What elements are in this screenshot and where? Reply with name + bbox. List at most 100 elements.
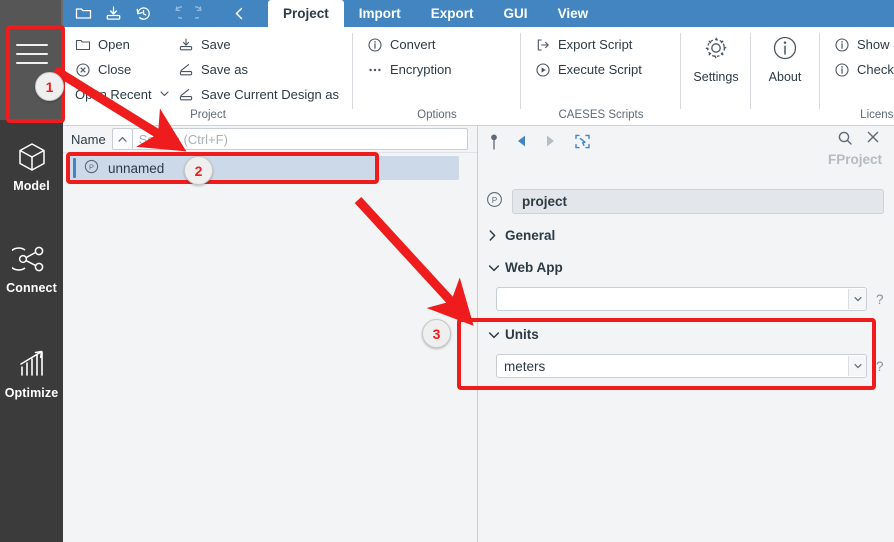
select-target-icon[interactable] [574, 133, 592, 151]
svg-text:P: P [492, 195, 498, 205]
ribbon-execute-script-button[interactable]: Execute Script [535, 57, 642, 82]
chevron-right-icon [488, 229, 497, 242]
quick-access-toolbar [68, 0, 248, 27]
cube-icon [0, 138, 63, 178]
bar-chart-arrow-icon [0, 345, 63, 385]
main-menu-button[interactable] [0, 0, 63, 120]
section-general[interactable]: General [488, 228, 555, 243]
ribbon-save-button[interactable]: Save [178, 32, 339, 57]
forward-arrow-icon[interactable] [542, 133, 560, 151]
ribbon-checkout-float-license-label: Checkout Float Licen [857, 62, 894, 77]
section-general-label: General [505, 228, 556, 243]
ribbon-export-script-button[interactable]: Export Script [535, 32, 642, 57]
web-app-combo[interactable] [496, 287, 867, 311]
save-icon [178, 37, 194, 53]
info-circle-icon [834, 62, 850, 78]
ribbon-save-label: Save [201, 37, 231, 52]
save-as-icon [178, 62, 194, 78]
tab-strip: Project Import Export GUI View [63, 0, 894, 27]
ribbon-show-selection-at-startup-button[interactable]: Show Selection at St [834, 32, 894, 57]
close-circle-icon [75, 62, 91, 78]
sidebar-item-model[interactable]: Model [0, 138, 63, 193]
units-combo-value: meters [504, 358, 546, 374]
annotation-badge-2: 2 [184, 156, 213, 185]
units-combo-row: meters ? [496, 354, 884, 378]
ribbon-convert-button[interactable]: Convert [367, 32, 451, 57]
annotation-badge-1: 1 [35, 72, 64, 101]
pin-icon[interactable] [486, 133, 504, 151]
info-circle-icon [754, 32, 816, 66]
redo-icon [189, 5, 212, 22]
ribbon-group-license-title: License [860, 109, 894, 121]
ribbon-convert-label: Convert [390, 37, 436, 52]
ribbon-encryption-button[interactable]: Encryption [367, 57, 451, 82]
sort-ascending-icon[interactable] [111, 128, 133, 150]
section-units-label: Units [505, 327, 539, 342]
ribbon-encryption-label: Encryption [390, 62, 452, 77]
ribbon-group-settings: Settings [681, 27, 751, 125]
ribbon-save-as-label: Save as [201, 62, 248, 77]
gear-icon [685, 32, 747, 66]
annotation-badge-3: 3 [422, 319, 451, 348]
units-help-icon[interactable]: ? [876, 359, 884, 374]
properties-type-label: FProject [827, 152, 882, 167]
ribbon-body: Open Close Open Recent Save Save as Save… [63, 27, 894, 125]
sidebar-item-optimize[interactable]: Optimize [0, 345, 63, 400]
ribbon-close-button[interactable]: Close [75, 57, 170, 82]
chevron-down-icon [848, 356, 866, 376]
ribbon-group-project-title: Project [190, 109, 226, 121]
sidebar-item-model-label: Model [13, 179, 50, 193]
properties-name-row: P project [486, 188, 884, 214]
save-as-icon [178, 87, 194, 103]
ribbon-save-current-design-as-button[interactable]: Save Current Design as [178, 82, 339, 107]
close-icon[interactable] [866, 130, 884, 148]
project-name-field[interactable]: project [512, 188, 884, 214]
project-tree-item-label: unnamed [108, 160, 165, 176]
tree-header: Name Search (Ctrl+F) [63, 126, 477, 153]
section-units[interactable]: Units [488, 327, 539, 342]
back-arrow-icon[interactable] [514, 133, 532, 151]
tab-export[interactable]: Export [416, 0, 489, 27]
history-icon[interactable] [135, 5, 152, 22]
tab-project[interactable]: Project [268, 0, 344, 27]
svg-text:P: P [89, 163, 94, 172]
ribbon-checkout-float-license-button[interactable]: Checkout Float Licen [834, 57, 894, 82]
ribbon-save-as-button[interactable]: Save as [178, 57, 339, 82]
collapse-ribbon-icon[interactable] [231, 5, 248, 22]
search-input[interactable]: Search (Ctrl+F) [131, 128, 468, 150]
tab-gui[interactable]: GUI [489, 0, 543, 27]
sidebar-item-connect[interactable]: Connect [0, 240, 63, 295]
selection-accent-bar [73, 158, 76, 178]
project-tree-item[interactable]: P unnamed [69, 156, 459, 180]
settings-button[interactable]: Settings [685, 32, 747, 84]
ribbon-show-selection-label: Show Selection at St [857, 37, 894, 52]
ribbon-group-caeses-scripts: Export Script Execute Script CAESES Scri… [521, 27, 681, 125]
tab-import[interactable]: Import [344, 0, 416, 27]
play-circle-icon [535, 62, 551, 78]
ribbon-open-recent-label: Open Recent [75, 87, 152, 102]
section-web-app[interactable]: Web App [488, 260, 563, 275]
ribbon-group-license: Show Selection at St Checkout Float Lice… [820, 27, 894, 125]
chevron-down-icon [159, 87, 170, 103]
open-folder-icon[interactable] [75, 5, 92, 22]
save-icon[interactable] [105, 5, 122, 22]
search-icon[interactable] [837, 130, 855, 148]
sidebar-item-connect-label: Connect [6, 281, 57, 295]
tab-view[interactable]: View [543, 0, 604, 27]
units-combo[interactable]: meters [496, 354, 867, 378]
about-button[interactable]: About [754, 32, 816, 84]
ribbon-group-options-title: Options [417, 109, 457, 121]
section-web-app-label: Web App [505, 260, 563, 275]
export-script-icon [535, 37, 551, 53]
properties-toolbar [478, 130, 894, 154]
ribbon-tabs: Project Import Export GUI View [268, 0, 603, 27]
web-app-help-icon[interactable]: ? [876, 292, 884, 307]
ribbon-open-label: Open [98, 37, 130, 52]
tree-column-header-name: Name [71, 131, 106, 147]
ribbon-group-caeses-scripts-title: CAESES Scripts [558, 109, 644, 121]
chevron-down-icon [848, 289, 866, 309]
ribbon-open-recent-button[interactable]: Open Recent [75, 82, 170, 107]
project-p-icon: P [486, 191, 503, 211]
ribbon-open-button[interactable]: Open [75, 32, 170, 57]
chevron-down-icon [488, 261, 500, 274]
